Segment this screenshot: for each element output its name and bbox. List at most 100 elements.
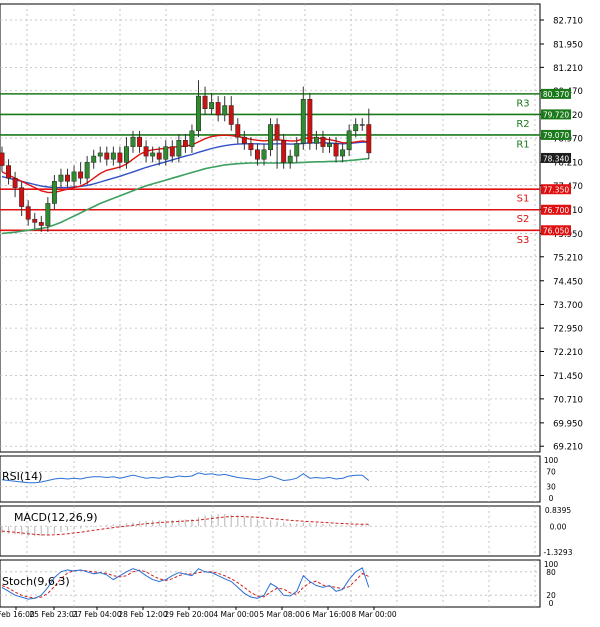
macd-histogram-bar xyxy=(224,514,226,527)
candle-bull xyxy=(196,95,201,132)
macd-histogram-bar xyxy=(165,520,167,527)
macd-histogram-bar xyxy=(53,526,55,534)
macd-histogram-bar xyxy=(243,516,245,527)
macd-histogram-bar xyxy=(322,523,324,527)
candle-bull xyxy=(176,140,182,157)
macd-histogram-bar xyxy=(191,518,193,527)
macd-histogram-bar xyxy=(269,520,272,527)
candle-bull xyxy=(97,152,103,157)
price-tick-label: 72.950 xyxy=(553,325,583,335)
pivot-name-label: S1 xyxy=(517,194,530,205)
candle-bear xyxy=(248,143,254,151)
candle-bull xyxy=(287,155,293,163)
macd-histogram-bar xyxy=(171,520,173,527)
macd-histogram-bar xyxy=(47,526,49,535)
stoch-axis-label: 80 xyxy=(546,568,556,577)
rsi-axis-label: 70 xyxy=(546,467,556,476)
rsi-axis-label: 0 xyxy=(549,494,554,503)
rsi-title: RSI(14) xyxy=(2,470,42,483)
price-tick-label: 82.710 xyxy=(553,17,583,27)
pivot-price-label: 80.370 xyxy=(543,90,569,99)
candle-bear xyxy=(65,174,70,182)
macd-histogram-bar xyxy=(178,519,180,527)
time-axis-label: 8 Mar 00:00 xyxy=(351,610,397,619)
time-axis-label: 5 Mar 08:00 xyxy=(259,610,305,619)
macd-histogram-bar xyxy=(197,516,200,527)
macd-histogram-bar xyxy=(119,523,121,527)
candle-bear xyxy=(104,152,110,160)
price-tick-label: 69.950 xyxy=(553,419,583,429)
candle-bear xyxy=(281,140,287,163)
macd-histogram-bar xyxy=(302,522,304,527)
macd-axis-label: -1.3293 xyxy=(544,548,573,557)
candle-bull xyxy=(294,143,300,157)
macd-histogram-bar xyxy=(21,526,23,536)
time-axis-label: 29 Feb 20:00 xyxy=(164,610,213,619)
macd-histogram-bar xyxy=(184,519,186,527)
candle-bear xyxy=(274,124,280,141)
candle-bear xyxy=(182,140,188,147)
macd-histogram-bar xyxy=(27,526,29,536)
macd-histogram-bar xyxy=(368,524,370,527)
price-tick-label: 73.700 xyxy=(553,301,583,311)
macd-histogram-bar xyxy=(158,520,160,527)
candle-bear xyxy=(32,218,38,223)
macd-histogram-bar xyxy=(1,526,3,534)
price-tick-label: 70.710 xyxy=(553,395,583,405)
macd-histogram-bar xyxy=(296,523,298,527)
candle-bull xyxy=(45,203,51,226)
candle-bull xyxy=(51,181,57,204)
candle-bull xyxy=(313,136,319,144)
candle-bear xyxy=(6,165,11,179)
candle-bear xyxy=(0,152,5,166)
candle-bull xyxy=(327,143,332,147)
time-axis-label: 4 Mar 00:00 xyxy=(213,610,259,619)
stoch-axis-label: 0 xyxy=(549,599,554,608)
macd-histogram-bar xyxy=(355,524,357,527)
macd-histogram-bar xyxy=(348,525,350,527)
candle-bull xyxy=(58,174,64,182)
pivot-name-label: S3 xyxy=(517,235,530,246)
macd-histogram-bar xyxy=(256,519,259,527)
pivot-name-label: S2 xyxy=(517,214,530,225)
candle-bull xyxy=(91,155,97,163)
candle-bear xyxy=(241,136,247,144)
candle-bear xyxy=(202,95,208,109)
candle-bear xyxy=(78,171,84,179)
price-tick-label: 71.450 xyxy=(553,372,583,382)
macd-histogram-bar xyxy=(211,514,213,527)
macd-histogram-bar xyxy=(106,524,108,527)
time-axis-label: 6 Mar 16:00 xyxy=(305,610,351,619)
price-tick-label: 81.950 xyxy=(553,40,583,50)
macd-histogram-bar xyxy=(276,521,278,527)
candle-bull xyxy=(163,146,169,160)
macd-histogram-bar xyxy=(204,515,206,527)
macd-histogram-bar xyxy=(289,523,291,527)
candle-bear xyxy=(320,136,326,147)
current-price-label: 78.340 xyxy=(543,154,569,163)
candle-bull xyxy=(189,130,195,147)
macd-axis-label: 0.8395 xyxy=(545,506,571,515)
macd-histogram-bar xyxy=(283,522,285,527)
forex-chart: 82.71081.95081.21080.47079.72078.97078.2… xyxy=(0,0,600,623)
candle-bull xyxy=(359,124,365,126)
candle-bear xyxy=(117,152,123,163)
macd-histogram-bar xyxy=(73,526,75,530)
pivot-price-label: 79.720 xyxy=(543,111,569,120)
macd-histogram-bar xyxy=(7,526,10,534)
candle-bear xyxy=(156,152,162,160)
macd-histogram-bar xyxy=(138,521,141,527)
macd-histogram-bar xyxy=(237,515,239,527)
candle-bull xyxy=(300,98,306,144)
candle-bull xyxy=(84,162,90,179)
candle-bear xyxy=(333,143,339,157)
chart-svg: 82.71081.95081.21080.47079.72078.97078.2… xyxy=(0,0,600,623)
macd-histogram-bar xyxy=(342,525,344,527)
candle-bear xyxy=(307,98,313,144)
time-axis-label: 28 Feb 12:00 xyxy=(118,610,167,619)
candle-bull xyxy=(268,124,274,151)
macd-histogram-bar xyxy=(93,526,95,527)
candle-bull xyxy=(353,124,359,132)
macd-histogram-bar xyxy=(309,523,311,527)
rsi-axis-label: 30 xyxy=(546,483,556,492)
